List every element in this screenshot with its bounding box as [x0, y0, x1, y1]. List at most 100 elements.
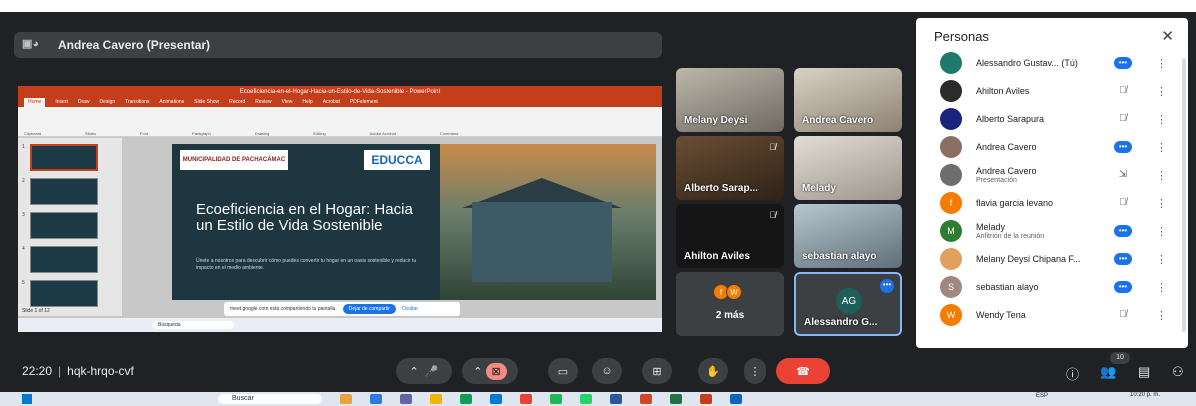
people-panel: Personas ✕ Alessandro Gustav... (Tú) •••… — [916, 18, 1188, 348]
ribbon-group: Command — [439, 131, 459, 136]
panel-header: Personas ✕ — [916, 18, 1188, 54]
ribbon-group: Drawing — [254, 131, 270, 136]
avatar — [940, 136, 962, 158]
app-icon[interactable] — [370, 394, 382, 404]
video-tile[interactable]: Andrea Cavero — [794, 68, 902, 132]
more-options-icon[interactable]: ••• — [880, 279, 894, 293]
start-icon[interactable] — [22, 394, 32, 404]
hide-button[interactable]: Ocultar — [402, 306, 418, 312]
app-icon[interactable] — [460, 394, 472, 404]
avatar: W — [940, 304, 962, 326]
more-vert-icon[interactable]: ⋮ — [1156, 85, 1167, 98]
ppt-tab: Insert — [55, 99, 68, 105]
stop-sharing-button[interactable]: Dejar de compartir — [342, 304, 396, 314]
speaking-indicator-icon: ••• — [1114, 57, 1132, 69]
video-tile[interactable]: Melany Deysi — [676, 68, 784, 132]
more-options-button[interactable]: ⋮ — [744, 358, 766, 384]
participant-name: Ahilton Aviles — [976, 86, 1030, 96]
app-icon[interactable] — [700, 394, 712, 404]
participant-row[interactable]: S sebastian alayo ••• ⋮ — [916, 274, 1182, 300]
taskbar-apps — [340, 394, 742, 404]
more-vert-icon[interactable]: ⋮ — [1156, 57, 1167, 70]
present-icon: ⊞ — [652, 365, 662, 378]
app-icon[interactable] — [640, 394, 652, 404]
participant-row[interactable]: f flavia garcia levano 🎙̸ ⋮ — [916, 190, 1182, 216]
tile-name: sebastian alayo — [802, 251, 877, 262]
app-icon[interactable] — [430, 394, 442, 404]
activities-icon[interactable]: ⚇ — [1172, 364, 1184, 380]
ribbon-group: Paragraph — [192, 131, 211, 136]
video-tile[interactable]: sebastian alayo — [794, 204, 902, 268]
video-tile[interactable]: 🎙̸ Ahilton Aviles — [676, 204, 784, 268]
app-icon[interactable] — [400, 394, 412, 404]
ppt-tab: Review — [255, 99, 272, 105]
more-vert-icon[interactable]: ⋮ — [1156, 253, 1167, 266]
ppt-tab: Design — [99, 99, 116, 105]
emoji-button[interactable]: ☺ — [592, 358, 622, 384]
info-icon[interactable]: ⓘ — [1066, 364, 1079, 383]
meeting-time: 22:20 — [22, 364, 53, 378]
participant-name: Alessandro Gustav... (Tú) — [976, 58, 1078, 68]
participant-row[interactable]: Alessandro Gustav... (Tú) ••• ⋮ — [916, 50, 1182, 76]
tile-name: Melany Deysi — [684, 115, 748, 126]
share-notice-text: meet.google.com está compartiendo tu pan… — [230, 306, 337, 312]
more-vert-icon[interactable]: ⋮ — [1156, 281, 1167, 294]
chevron-up-icon: ⌃ — [473, 365, 483, 378]
more-vert-icon[interactable]: ⋮ — [1156, 169, 1167, 182]
more-vert-icon[interactable]: ⋮ — [1156, 197, 1167, 210]
mic-off-icon: 🎙̸ — [1119, 197, 1127, 208]
slide-thumbnails: 1 2 3 4 5 — [18, 138, 122, 316]
participant-row[interactable]: M Melady Anfitrión de la reunión ••• ⋮ — [916, 218, 1182, 244]
speaking-indicator-icon: ••• — [1114, 141, 1132, 153]
more-vert-icon[interactable]: ⋮ — [1156, 141, 1167, 154]
ppt-tab: Draw — [77, 99, 90, 105]
app-icon[interactable] — [550, 394, 562, 404]
app-icon[interactable] — [580, 394, 592, 404]
captions-button[interactable]: ▭ — [548, 358, 578, 384]
participant-row[interactable]: W Wendy Tena 🎙̸ ⋮ — [916, 302, 1182, 328]
video-tile[interactable]: Melady — [794, 136, 902, 200]
ppt-tab: Transitions — [125, 99, 150, 105]
people-icon[interactable]: 👥 — [1100, 364, 1116, 380]
ppt-ribbon: Clipboard Slides Font Paragraph Drawing … — [18, 107, 662, 137]
self-video-tile[interactable]: ••• AG Alessandro G... — [794, 272, 902, 336]
ppt-tab: Slide Show — [194, 99, 220, 105]
mic-button[interactable]: ⌃ 🎤 — [396, 358, 452, 384]
present-button[interactable]: ⊞ — [642, 358, 672, 384]
slide-title: Ecoeficiencia en el Hogar: Hacia un Esti… — [196, 201, 413, 234]
more-vert-icon[interactable]: ⋮ — [1156, 113, 1167, 126]
video-tile[interactable]: 🎙̸ Alberto Sarap... — [676, 136, 784, 200]
mic-off-icon: 🎙̸ — [1119, 309, 1127, 320]
more-participants-tile[interactable]: f W 2 más — [676, 272, 784, 336]
participant-row[interactable]: Andrea Cavero ••• ⋮ — [916, 134, 1182, 160]
chat-icon[interactable]: ▤ — [1138, 364, 1150, 380]
meeting-info: 22:20 | hqk-hrqo-cvf — [22, 364, 134, 378]
participant-name: Alberto Sarapura — [976, 114, 1045, 124]
slide-subtitle: Únete a nosotros para descubrir cómo pue… — [196, 258, 417, 271]
participant-row[interactable]: Ahilton Aviles 🎙̸ ⋮ — [916, 78, 1182, 104]
participant-row[interactable]: Andrea Cavero Presentación ⇲ ⋮ — [916, 162, 1182, 188]
camera-button[interactable]: ⌃ ⊠ — [462, 358, 518, 384]
app-icon[interactable] — [610, 394, 622, 404]
app-icon[interactable] — [730, 394, 742, 404]
taskbar-search[interactable]: Buscar — [218, 394, 322, 404]
share-notice: meet.google.com está compartiendo tu pan… — [224, 302, 460, 316]
raise-hand-button[interactable]: ✋ — [698, 358, 728, 384]
close-icon[interactable]: ✕ — [1161, 27, 1174, 45]
top-band — [0, 0, 1196, 12]
more-vert-icon[interactable]: ⋮ — [1156, 225, 1167, 238]
participant-row[interactable]: Melany Deysi Chipana F... ••• ⋮ — [916, 246, 1182, 272]
language-indicator[interactable]: ESP — [1036, 393, 1048, 399]
participant-row[interactable]: Alberto Sarapura 🎙̸ ⋮ — [916, 106, 1182, 132]
leave-call-button[interactable]: ☎ — [776, 358, 830, 384]
shared-screen[interactable]: Ecoeficiencia-en-el-Hogar-Hacia-un-Estil… — [18, 86, 662, 332]
avatar: W — [726, 284, 742, 300]
app-icon[interactable] — [670, 394, 682, 404]
avatar — [940, 108, 962, 130]
app-icon[interactable] — [340, 394, 352, 404]
app-icon[interactable] — [490, 394, 502, 404]
more-vert-icon[interactable]: ⋮ — [1156, 309, 1167, 322]
scrollbar[interactable] — [1182, 58, 1186, 332]
app-icon[interactable] — [520, 394, 532, 404]
taskbar-clock[interactable]: 10:20 p. m. — [1130, 392, 1160, 399]
